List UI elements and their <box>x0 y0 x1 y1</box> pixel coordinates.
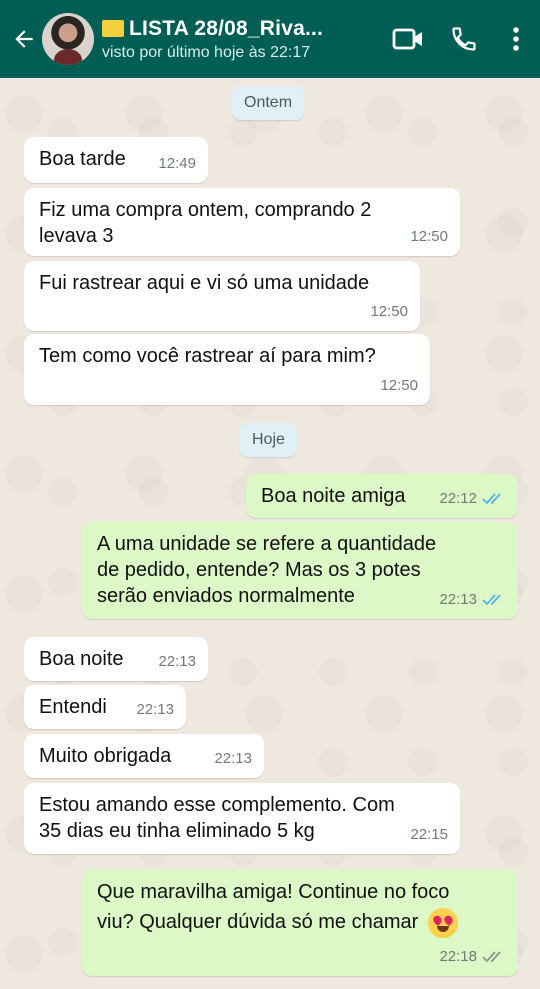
message-text: Estou amando esse complemento. Com <box>39 794 395 816</box>
message-time: 22:12 <box>439 490 477 507</box>
message-text: de pedido, entende? Mas os 3 potes <box>97 559 421 581</box>
more-options-icon <box>513 27 519 51</box>
message-incoming[interactable]: Estou amando esse complemento. Com 35 di… <box>24 783 460 854</box>
message-text: Boa tarde <box>39 148 126 170</box>
date-divider: Ontem <box>232 86 305 120</box>
avatar[interactable] <box>42 13 94 65</box>
message-outgoing[interactable]: Boa noite amiga 22:12 <box>246 474 518 518</box>
message-incoming[interactable]: Boa tarde 12:49 <box>24 137 208 183</box>
delivered-ticks-icon <box>482 951 501 963</box>
message-time: 12:49 <box>158 155 196 172</box>
back-button[interactable] <box>0 0 40 78</box>
message-time: 22:13 <box>158 653 196 670</box>
message-text: A uma unidade se refere a quantidade <box>97 533 437 555</box>
video-call-icon <box>392 28 422 50</box>
more-options-button[interactable] <box>492 0 540 78</box>
chat-header: LISTA 28/08_Riva... visto por último hoj… <box>0 0 540 78</box>
message-time: 12:50 <box>410 228 448 245</box>
read-ticks-icon <box>482 594 501 606</box>
date-divider: Hoje <box>240 423 297 457</box>
contact-info[interactable]: LISTA 28/08_Riva... visto por último hoj… <box>102 17 380 62</box>
message-time: 22:13 <box>136 701 174 718</box>
video-call-button[interactable] <box>380 0 436 78</box>
message-text: 35 dias eu tinha eliminado 5 kg <box>39 820 315 842</box>
chat-title: LISTA 28/08_Riva... <box>129 16 324 40</box>
read-ticks-icon <box>482 493 501 505</box>
message-incoming[interactable]: Boa noite 22:13 <box>24 637 208 681</box>
message-text: levava 3 <box>39 225 114 247</box>
message-time: 22:13 <box>214 750 252 767</box>
heart-eyes-emoji-icon <box>427 907 458 938</box>
message-text: Boa noite amiga <box>261 485 406 507</box>
voice-call-button[interactable] <box>436 0 492 78</box>
message-time: 22:15 <box>410 826 448 843</box>
message-text: viu? Qualquer dúvida só me chamar <box>97 911 419 933</box>
message-time: 12:50 <box>370 303 408 320</box>
message-incoming[interactable]: Entendi 22:13 <box>24 685 186 729</box>
back-arrow-icon <box>15 30 33 48</box>
message-text: Entendi <box>39 696 107 718</box>
message-list[interactable]: Ontem Boa tarde 12:49 Fiz uma compra ont… <box>0 78 540 989</box>
message-text: Que maravilha amiga! Continue no foco <box>97 881 450 903</box>
last-seen-status: visto por último hoje às 22:17 <box>102 43 311 61</box>
yellow-square-icon <box>102 20 124 37</box>
message-outgoing[interactable]: A uma unidade se refere a quantidade de … <box>82 522 518 619</box>
message-incoming[interactable]: Muito obrigada 22:13 <box>24 734 264 778</box>
message-text: Tem como você rastrear aí para mim? <box>39 345 376 367</box>
message-incoming[interactable]: Fui rastrear aqui e vi só uma unidade 12… <box>24 261 420 331</box>
message-incoming[interactable]: Tem como você rastrear aí para mim? 12:5… <box>24 334 430 405</box>
message-text: Fui rastrear aqui e vi só uma unidade <box>39 272 370 294</box>
message-outgoing[interactable]: Que maravilha amiga! Continue no foco vi… <box>82 869 518 976</box>
message-text: Muito obrigada <box>39 745 172 767</box>
phone-icon <box>452 27 476 51</box>
message-incoming[interactable]: Fiz uma compra ontem, comprando 2 levava… <box>24 188 460 256</box>
message-time: 12:50 <box>380 377 418 394</box>
message-time: 22:13 <box>439 591 477 608</box>
message-text: Boa noite <box>39 648 124 670</box>
message-time: 22:18 <box>439 948 477 965</box>
message-text: Fiz uma compra ontem, comprando 2 <box>39 199 372 221</box>
